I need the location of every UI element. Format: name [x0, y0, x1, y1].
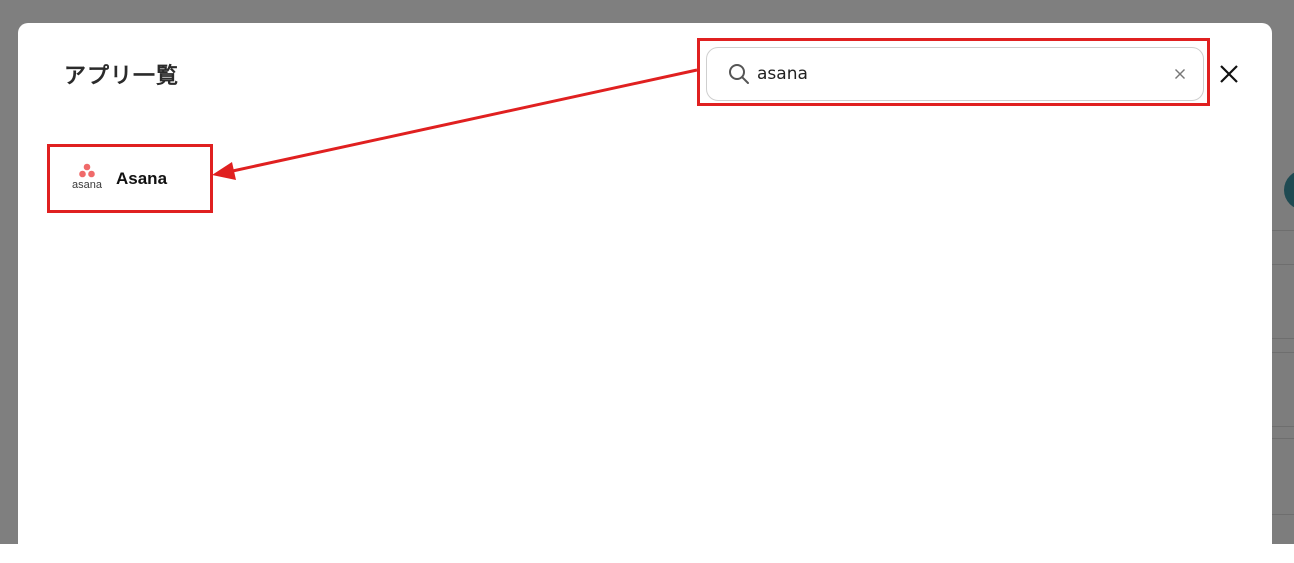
background-divider: [1272, 514, 1294, 515]
asana-logo-icon: asana: [66, 163, 108, 193]
app-result-label: Asana: [116, 169, 168, 188]
search-icon: [729, 64, 749, 84]
background-divider: [1272, 438, 1294, 439]
close-icon[interactable]: [1218, 63, 1240, 85]
search-input[interactable]: [757, 60, 1157, 88]
background-divider: [1272, 230, 1294, 231]
search-field[interactable]: [706, 47, 1204, 101]
modal-title: アプリ一覧: [64, 64, 180, 89]
asana-logo-text: asana: [72, 179, 102, 191]
app-list-modal: アプリ一覧 asana Asana: [18, 23, 1272, 563]
background-divider: [1272, 426, 1294, 427]
background-divider: [1272, 264, 1294, 265]
clear-icon[interactable]: [1172, 66, 1188, 82]
app-result-asana[interactable]: asana Asana: [54, 151, 208, 209]
background-divider: [1272, 338, 1294, 339]
background-divider: [1272, 352, 1294, 353]
